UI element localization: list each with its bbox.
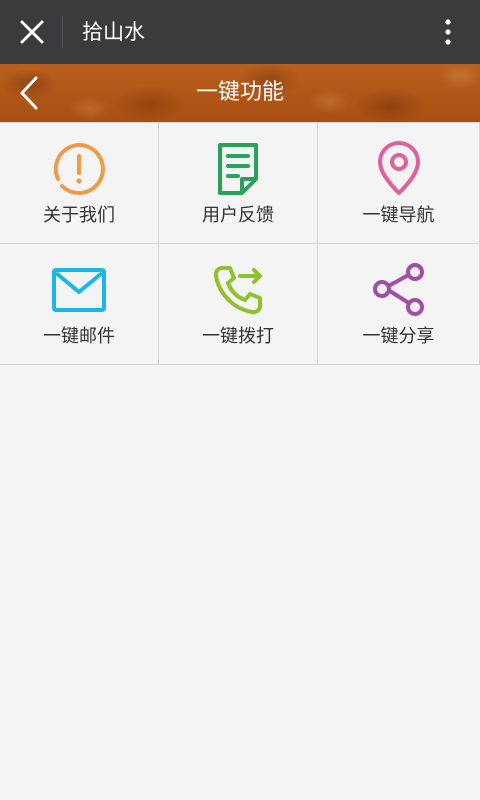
grid-item-label: 一键导航 bbox=[362, 205, 435, 226]
grid-item-label: 关于我们 bbox=[43, 205, 115, 226]
close-button[interactable] bbox=[0, 0, 64, 64]
phone-call-icon bbox=[213, 266, 262, 315]
close-icon bbox=[20, 20, 44, 44]
grid-item-feedback[interactable]: 用户反馈 bbox=[159, 123, 318, 243]
more-vertical-icon bbox=[445, 19, 451, 45]
grid-item-label: 用户反馈 bbox=[202, 205, 274, 226]
more-button[interactable] bbox=[416, 0, 480, 64]
grid-item-label: 一键分享 bbox=[362, 326, 435, 347]
grid-item-label: 一键邮件 bbox=[43, 326, 115, 347]
grid-item-label: 一键拨打 bbox=[202, 326, 274, 347]
location-pin-icon bbox=[377, 141, 420, 195]
grid-item-navigation[interactable]: 一键导航 bbox=[318, 123, 480, 243]
grid-row: 一键邮件 一键拨打 一键分享 bbox=[0, 244, 480, 365]
function-grid: 关于我们 用户反馈 一键导航 一键邮件 一键拨打 一键分享 bbox=[0, 122, 480, 365]
app-title: 拾山水 bbox=[82, 20, 145, 44]
page-title: 一键功能 bbox=[195, 80, 284, 105]
feedback-document-icon bbox=[218, 143, 258, 195]
top-bar: 拾山水 bbox=[0, 0, 480, 64]
grid-item-share[interactable]: 一键分享 bbox=[318, 244, 480, 364]
grid-row: 关于我们 用户反馈 一键导航 bbox=[0, 123, 480, 244]
share-icon bbox=[372, 263, 424, 316]
grid-item-about-us[interactable]: 关于我们 bbox=[0, 123, 159, 243]
grid-item-email[interactable]: 一键邮件 bbox=[0, 244, 159, 364]
mail-icon bbox=[52, 268, 106, 312]
topbar-divider bbox=[62, 16, 63, 48]
grid-item-call[interactable]: 一键拨打 bbox=[159, 244, 318, 364]
page-header: 一键功能 bbox=[0, 64, 480, 122]
info-exclamation-icon bbox=[53, 143, 105, 195]
